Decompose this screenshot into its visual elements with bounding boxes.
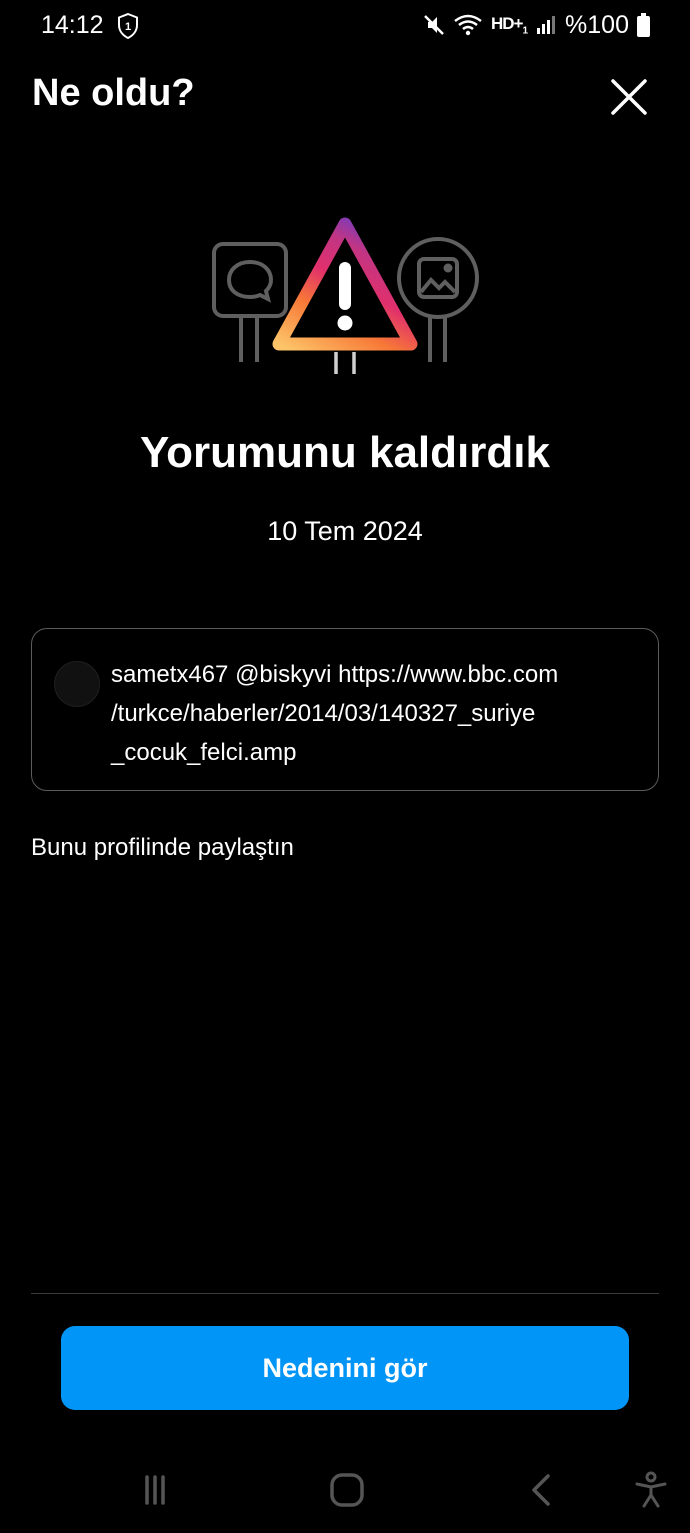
battery-icon [637, 13, 650, 37]
recent-apps-icon [145, 1475, 165, 1505]
status-time: 14:12 [41, 11, 104, 39]
vpn-shield-icon: 1 [118, 13, 138, 39]
removal-date: 10 Tem 2024 [267, 516, 423, 546]
screen: 14:12 1 HD+1 %100 Ne oldu? Yorumunu kald… [0, 0, 690, 1533]
avatar [54, 661, 100, 707]
back-icon [532, 1474, 550, 1506]
comment-line: sametx467 @biskyvi https://www.bbc.com [111, 661, 559, 688]
see-why-button[interactable]: Nedenini gör [61, 1326, 629, 1410]
close-icon [611, 79, 647, 115]
removed-comment-card: sametx467 @biskyvi https://www.bbc.com /… [31, 628, 659, 791]
comment-text: sametx467 @biskyvi https://www.bbc.com /… [111, 655, 631, 772]
back-button[interactable] [516, 1470, 566, 1510]
recent-apps-button[interactable] [130, 1470, 180, 1510]
status-bar: 14:12 1 HD+1 %100 [0, 0, 690, 52]
comment-line: /turkce/haberler/2014/03/140327_suriye [111, 700, 536, 727]
accessibility-icon [635, 1471, 667, 1508]
accessibility-button[interactable] [626, 1470, 676, 1510]
home-icon [330, 1473, 364, 1507]
close-button[interactable] [604, 72, 654, 122]
warning-triangle-icon [272, 217, 418, 351]
system-nav-bar [0, 1450, 690, 1533]
shared-on-profile-note: Bunu profilinde paylaştın [31, 834, 294, 861]
removed-comment-illustration [212, 217, 479, 374]
signal-icon [537, 16, 556, 34]
wifi-icon [454, 14, 482, 36]
network-type-label: HD+1 [491, 13, 528, 37]
removal-title: Yorumunu kaldırdık [140, 428, 550, 477]
battery-percentage: %100 [565, 10, 629, 39]
home-button[interactable] [322, 1470, 372, 1510]
comment-line: _cocuk_felci.amp [111, 739, 297, 766]
status-icons: HD+1 %100 [423, 9, 650, 41]
page-title: Ne oldu? [32, 72, 195, 114]
divider [31, 1293, 659, 1294]
svg-text:1: 1 [125, 21, 131, 33]
mute-icon [424, 15, 444, 35]
